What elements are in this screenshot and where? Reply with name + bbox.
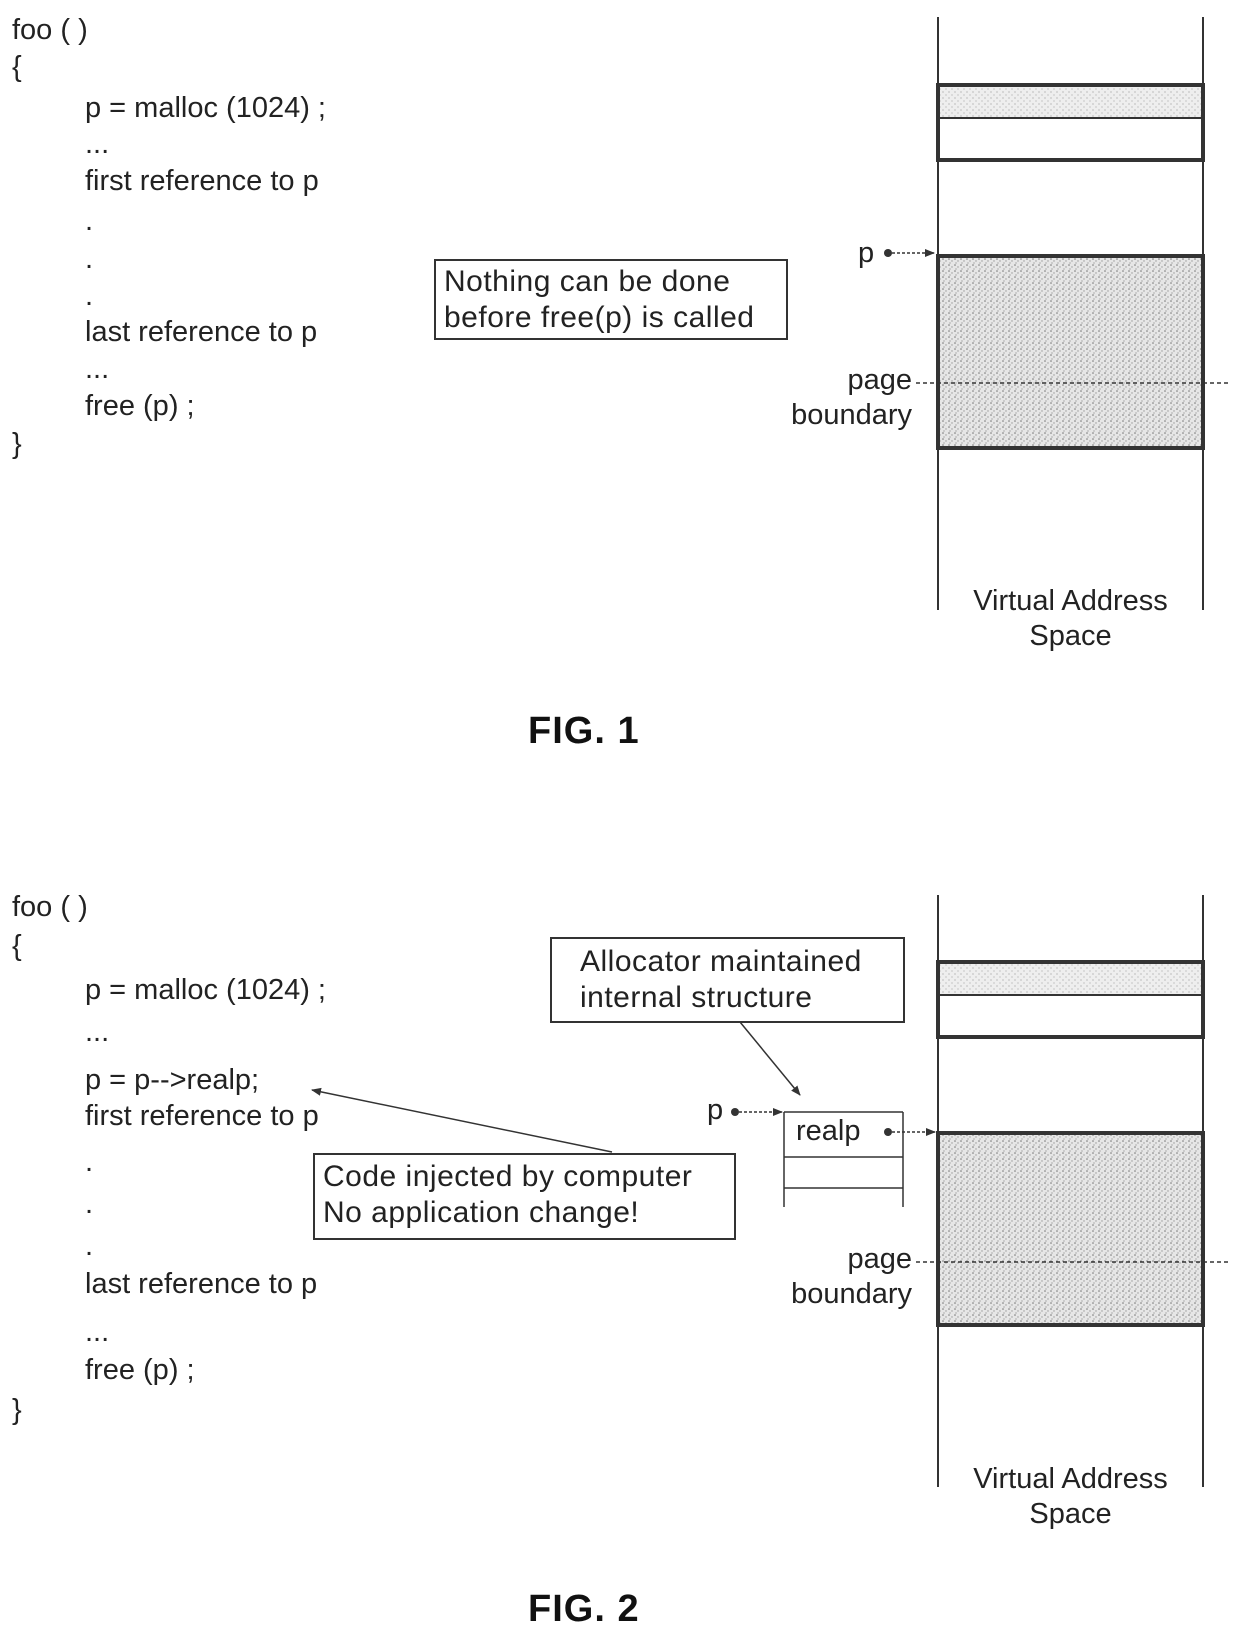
fig2-injected-code-line: p = p-->realp; [85,1064,260,1096]
fig2-page-label-line: boundary [791,1277,912,1310]
fig1-page-label-line: boundary [791,398,912,431]
fig1-allocated-block [936,254,1205,450]
fig2-realp-dot [884,1128,892,1136]
fig1-upper-block-shaded [938,85,1203,118]
fig1-code-line: { [12,51,22,83]
fig1-vas-label: Virtual Address Space [938,584,1203,654]
fig1-vas-label-line: Space [1029,619,1112,652]
fig2-code-line: first reference to p [85,1100,319,1132]
fig1-page-boundary-label: page boundary [776,363,912,433]
fig2-code-line: { [12,930,22,962]
fig1-vas-label-line: Virtual Address [973,585,1168,617]
fig2-pointer-label: p [707,1094,724,1126]
fig2-allocator-note-arrow [739,1021,801,1096]
fig2-vas-label: Virtual Address Space [938,1462,1203,1532]
fig1-code-line: foo ( ) [12,14,88,46]
fig2-code-line: p = malloc (1024) ; [85,974,326,1006]
fig2-page-label-line: page [847,1243,912,1275]
fig2-allocated-block [936,1131,1205,1327]
fig2-code-line: } [12,1394,22,1426]
fig1-note-box: Nothing can be done before free(p) is ca… [434,259,788,340]
fig1-code-line: free (p) ; [85,390,195,422]
fig2-code-line: ... [85,1016,110,1048]
fig1-code-line: } [12,428,22,460]
fig1-pointer-dot [884,249,892,257]
fig1-note-line: before free(p) is called [444,301,755,334]
fig1-note-line: Nothing can be done [444,265,731,298]
diagram-graphics [311,17,1228,1487]
fig1-code-line: . [85,280,94,312]
fig2-code-line: ... [85,1316,110,1348]
fig2-pointer-dot [731,1108,739,1116]
fig2-caption: FIG. 2 [528,1588,640,1630]
fig1-code-line: . [85,205,94,237]
fig1-code-line: last reference to p [85,316,318,348]
fig2-code-line: . [85,1146,94,1178]
fig2-code-line: . [85,1188,94,1220]
fig1-code-line: ... [85,353,110,385]
fig2-injected-note-arrow [311,1087,613,1153]
fig2-injected-note-line: Code injected by computer [323,1160,693,1193]
fig1-pointer-label: p [858,237,875,269]
fig2-code-line: foo ( ) [12,891,88,923]
fig1-caption: FIG. 1 [528,710,640,752]
fig2-code-line: free (p) ; [85,1354,195,1386]
fig2-allocator-note-line: internal structure [580,981,813,1014]
fig1-page-label-line: page [847,364,912,396]
fig2-injected-note-box: Code injected by computer No application… [313,1153,736,1240]
fig1-code-line: ... [85,128,110,160]
fig2-upper-block-shaded [938,962,1203,995]
fig1-code-line: p = malloc (1024) ; [85,92,326,124]
fig2-vas-label-line: Virtual Address [973,1463,1168,1495]
fig1-code-line: . [85,243,94,275]
fig2-injected-note-line: No application change! [323,1196,640,1229]
fig2-struct-field-realp: realp [796,1115,861,1147]
fig2-code-line: last reference to p [85,1268,318,1300]
fig1-code-line: first reference to p [85,165,319,197]
fig2-code-line: . [85,1230,94,1262]
fig2-page-boundary-label: page boundary [776,1242,912,1312]
fig2-vas-label-line: Space [1029,1497,1112,1530]
fig2-allocator-note-box: Allocator maintained internal structure [550,937,905,1023]
fig2-allocator-note-line: Allocator maintained [580,945,862,978]
fig1-vas [884,17,1228,610]
